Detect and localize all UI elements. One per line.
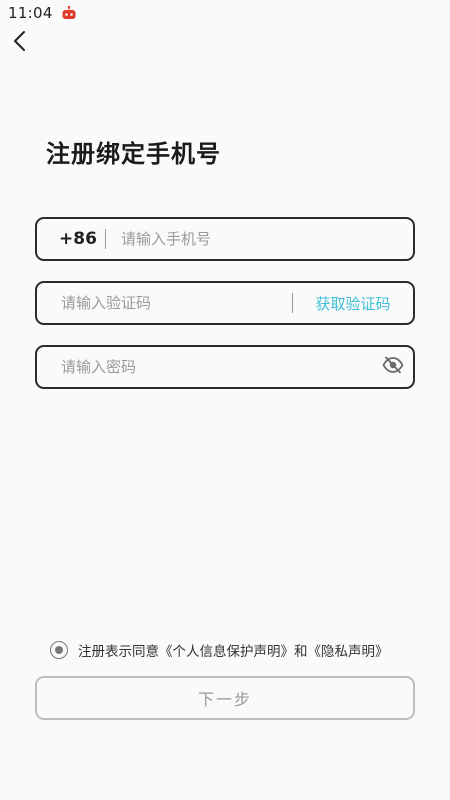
- register-screen: 11:04 注册绑定手机号 +86 获取验证码: [0, 0, 450, 800]
- status-bar: 11:04: [0, 0, 450, 26]
- next-button[interactable]: 下一步: [35, 676, 415, 720]
- password-input[interactable]: [37, 347, 373, 387]
- agreement-radio[interactable]: [50, 641, 68, 659]
- get-code-button[interactable]: 获取验证码: [293, 293, 413, 314]
- robot-notification-icon: [61, 5, 77, 20]
- back-button[interactable]: [6, 30, 32, 56]
- status-time: 11:04: [8, 4, 53, 22]
- verification-code-input[interactable]: [37, 283, 292, 323]
- eye-off-icon: [382, 356, 404, 378]
- password-field: [35, 345, 415, 389]
- radio-checked-indicator: [55, 646, 63, 654]
- chevron-left-icon: [12, 30, 26, 56]
- page-title: 注册绑定手机号: [46, 140, 221, 168]
- verification-code-field: 获取验证码: [35, 281, 415, 325]
- country-code-selector[interactable]: +86: [37, 229, 105, 249]
- phone-input[interactable]: [106, 219, 413, 259]
- agreement-row: 注册表示同意《个人信息保护声明》和《隐私声明》: [50, 639, 389, 661]
- agreement-text[interactable]: 注册表示同意《个人信息保护声明》和《隐私声明》: [78, 640, 389, 660]
- toggle-password-visibility-button[interactable]: [373, 347, 413, 387]
- phone-field: +86: [35, 217, 415, 261]
